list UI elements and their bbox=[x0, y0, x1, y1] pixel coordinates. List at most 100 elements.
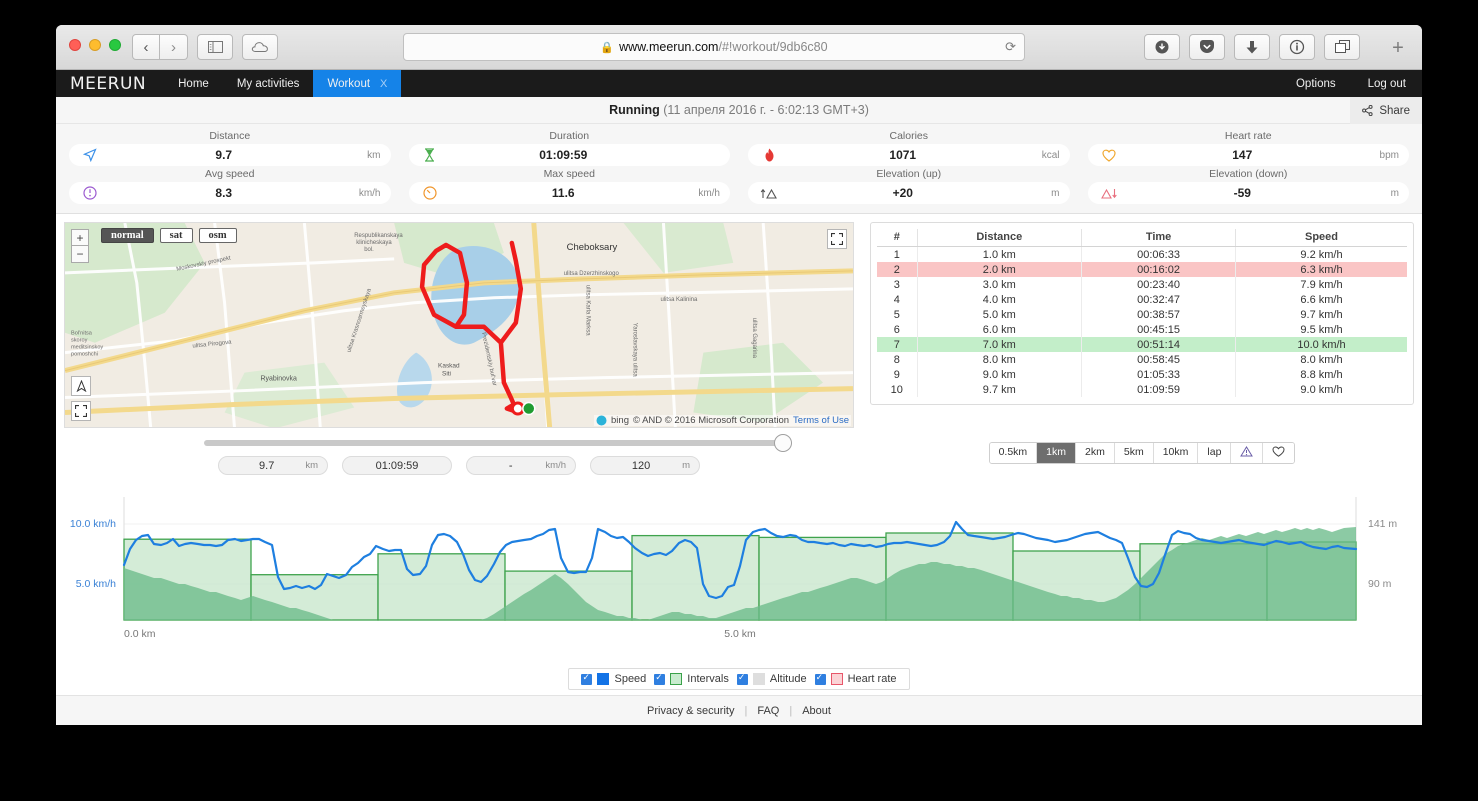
nav-item-home[interactable]: Home bbox=[164, 70, 223, 97]
hourglass-icon bbox=[419, 148, 441, 162]
sidebar-toggle-button[interactable] bbox=[197, 34, 233, 60]
reader-info-button[interactable] bbox=[1279, 34, 1315, 60]
legend-item-altitude[interactable]: Altitude bbox=[736, 672, 807, 685]
legend-checkbox-intervals[interactable] bbox=[654, 672, 666, 685]
cell-distance: 2.0 km bbox=[917, 262, 1083, 277]
legend-checkbox-altitude[interactable] bbox=[736, 672, 748, 685]
slider-thumb[interactable] bbox=[774, 434, 792, 452]
tab-overview-button[interactable] bbox=[1324, 34, 1360, 60]
stat-value: -59 bbox=[1233, 186, 1251, 200]
legend-item-heart-rate[interactable]: Heart rate bbox=[814, 672, 897, 685]
minimize-window-button[interactable] bbox=[89, 39, 101, 51]
legend-item-intervals[interactable]: Intervals bbox=[654, 672, 729, 685]
map-layer-osm[interactable]: osm bbox=[198, 228, 237, 243]
nav-item-options[interactable]: Options bbox=[1280, 70, 1352, 97]
recenter-button[interactable] bbox=[71, 401, 91, 421]
interval-heart-button[interactable] bbox=[1263, 443, 1295, 463]
map-layer-normal[interactable]: normal bbox=[101, 228, 154, 243]
downloads-button[interactable] bbox=[1144, 34, 1180, 60]
back-button[interactable]: ‹ bbox=[132, 34, 160, 60]
close-tab-icon[interactable]: X bbox=[380, 78, 387, 90]
share-button[interactable]: Share bbox=[1350, 97, 1422, 124]
cell-index: 6 bbox=[877, 322, 918, 337]
reload-icon[interactable]: ⟳ bbox=[1005, 39, 1016, 55]
nav-right: Options Log out bbox=[1280, 70, 1422, 97]
table-row[interactable]: 3 3.0 km 00:23:40 7.9 km/h bbox=[877, 277, 1407, 292]
svg-text:meditsinskoy: meditsinskoy bbox=[71, 345, 103, 351]
interval-2km[interactable]: 2km bbox=[1076, 443, 1115, 463]
table-row[interactable]: 2 2.0 km 00:16:02 6.3 km/h bbox=[877, 262, 1407, 277]
address-bar[interactable]: 🔒 www.meerun.com/#!workout/9db6c80 ⟳ bbox=[403, 33, 1025, 61]
unit: km bbox=[305, 460, 318, 471]
route-map[interactable]: Cheboksary Moskovskiy prospekt ulitsa Pi… bbox=[64, 222, 854, 428]
download-arrow-button[interactable] bbox=[1234, 34, 1270, 60]
interval-1km[interactable]: 1km bbox=[1037, 443, 1077, 463]
legend-checkbox-heart-rate[interactable] bbox=[814, 672, 826, 685]
nav-item-workout[interactable]: Workout X bbox=[313, 70, 402, 97]
interval-5km[interactable]: 5km bbox=[1114, 443, 1154, 463]
nav-item-my-activities[interactable]: My activities bbox=[223, 70, 314, 97]
legend-item-speed[interactable]: Speed bbox=[581, 672, 646, 685]
legend-checkbox-speed[interactable] bbox=[581, 672, 593, 685]
interval-10km[interactable]: 10km bbox=[1153, 443, 1199, 463]
workout-datetime: (11 апреля 2016 г. - 6:02:13 GMT+3) bbox=[663, 103, 869, 117]
footer-link-faq[interactable]: FAQ bbox=[757, 705, 779, 717]
cell-time: 00:06:33 bbox=[1081, 246, 1237, 262]
cell-index: 3 bbox=[877, 277, 918, 292]
elevation-icon bbox=[1240, 446, 1254, 457]
zoom-in-button[interactable]: + bbox=[71, 229, 89, 246]
position-slider[interactable] bbox=[64, 434, 854, 452]
map-canvas: Cheboksary Moskovskiy prospekt ulitsa Pi… bbox=[65, 223, 853, 427]
table-row[interactable]: 7 7.0 km 00:51:14 10.0 km/h bbox=[877, 337, 1407, 352]
cell-time: 00:38:57 bbox=[1081, 307, 1237, 322]
table-row[interactable]: 6 6.0 km 00:45:15 9.5 km/h bbox=[877, 322, 1407, 337]
table-row[interactable]: 9 9.0 km 01:05:33 8.8 km/h bbox=[877, 367, 1407, 382]
slider-value-time: 01:09:59 bbox=[342, 456, 452, 475]
maximize-window-button[interactable] bbox=[109, 39, 121, 51]
unit: m bbox=[682, 460, 690, 471]
svg-text:ulitsa Karla Marksa: ulitsa Karla Marksa bbox=[585, 285, 591, 336]
forward-button[interactable]: › bbox=[160, 34, 188, 60]
footer-link-privacy[interactable]: Privacy & security bbox=[647, 705, 734, 717]
cell-distance: 9.0 km bbox=[917, 367, 1083, 382]
value: 120 bbox=[631, 459, 651, 472]
close-window-button[interactable] bbox=[69, 39, 81, 51]
cell-speed: 6.6 km/h bbox=[1300, 293, 1343, 306]
nav-label: Workout bbox=[327, 77, 371, 90]
new-tab-button[interactable]: + bbox=[1384, 34, 1412, 62]
interval-0_5km[interactable]: 0.5km bbox=[989, 443, 1038, 463]
cell-time: 00:58:45 bbox=[1081, 352, 1237, 367]
app-navbar: MEERUN Home My activities Workout X Opti… bbox=[56, 70, 1422, 97]
interval-elevation-button[interactable] bbox=[1231, 443, 1264, 463]
north-arrow-button[interactable] bbox=[71, 376, 91, 396]
pocket-button[interactable] bbox=[1189, 34, 1225, 60]
workout-chart[interactable]: 10.0 km/h 5.0 km/h 141 m 90 m 0.0 km 5.0… bbox=[56, 489, 1422, 690]
footer-link-about[interactable]: About bbox=[802, 705, 831, 717]
site-logo[interactable]: MEERUN bbox=[56, 70, 164, 97]
stat-elevation-down: Elevation (down) -59 m bbox=[1083, 167, 1415, 205]
stat-value: 8.3 bbox=[215, 186, 233, 200]
interval-lap[interactable]: lap bbox=[1198, 443, 1232, 463]
page-title: Running (11 апреля 2016 г. - 6:02:13 GMT… bbox=[609, 103, 869, 117]
table-row[interactable]: 10 9.7 km 01:09:59 9.0 km/h bbox=[877, 382, 1407, 397]
table-row[interactable]: 8 8.0 km 00:58:45 8.0 km/h bbox=[877, 352, 1407, 367]
y-right-tick-141: 141 m bbox=[1368, 518, 1397, 530]
zoom-out-button[interactable]: − bbox=[71, 246, 89, 263]
chart-legend: Speed Intervals Altitude bbox=[568, 668, 910, 690]
heart-icon bbox=[1098, 149, 1120, 162]
map-terms-link[interactable]: Terms of Use bbox=[793, 415, 849, 426]
slider-track[interactable] bbox=[204, 440, 792, 446]
icloud-tabs-button[interactable] bbox=[242, 34, 278, 60]
table-row[interactable]: 4 4.0 km 00:32:47 6.6 km/h bbox=[877, 292, 1407, 307]
map-fullscreen-button[interactable] bbox=[827, 229, 847, 249]
table-row[interactable]: 1 1.0 km 00:06:33 9.2 km/h bbox=[877, 246, 1407, 262]
pocket-icon bbox=[1200, 40, 1214, 53]
y-tick-10: 10.0 km/h bbox=[70, 518, 116, 530]
stat-max-speed: Max speed 11.6 km/h bbox=[404, 167, 736, 205]
nav-item-logout[interactable]: Log out bbox=[1352, 70, 1422, 97]
slider-value-distance: 9.7 km bbox=[218, 456, 328, 475]
table-row[interactable]: 5 5.0 km 00:38:57 9.7 km/h bbox=[877, 307, 1407, 322]
chart-legend-wrap: Speed Intervals Altitude bbox=[56, 668, 1422, 690]
stat-value: 147 bbox=[1232, 148, 1253, 162]
map-layer-sat[interactable]: sat bbox=[159, 228, 193, 243]
